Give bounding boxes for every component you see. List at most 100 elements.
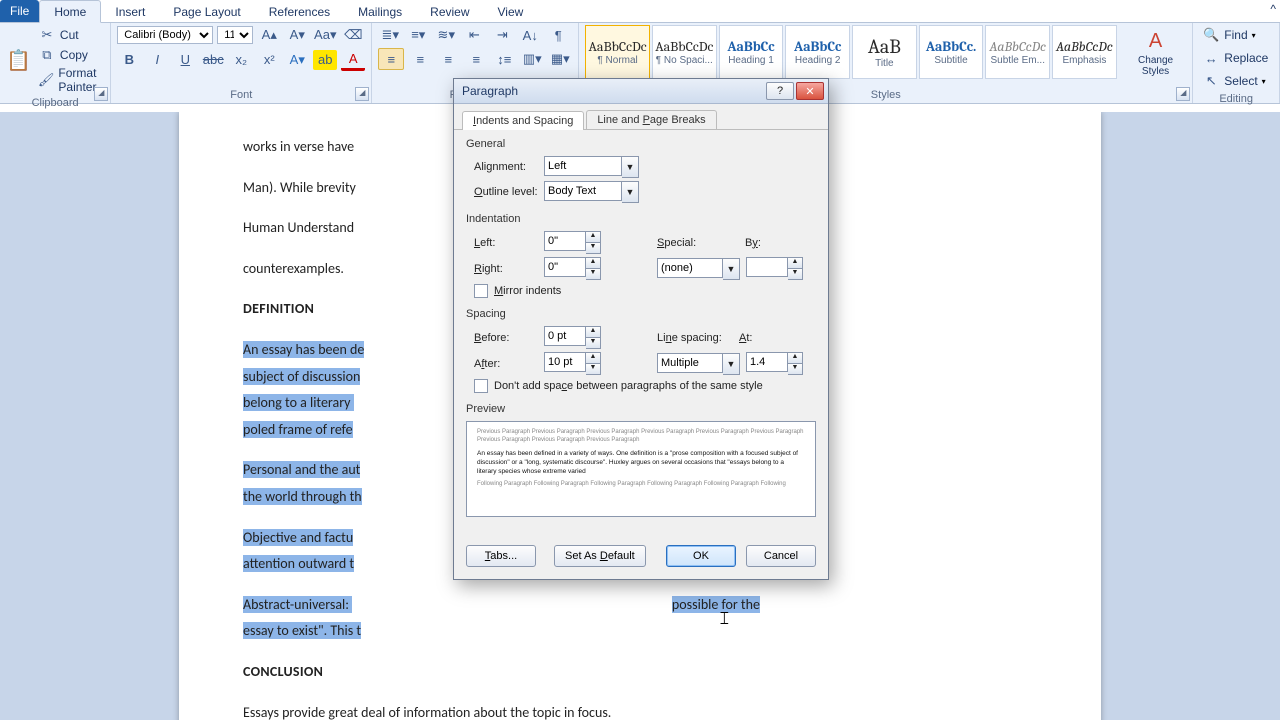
help-button[interactable]: ? bbox=[766, 82, 794, 100]
tab-review[interactable]: Review bbox=[416, 1, 483, 22]
style-subtle-em[interactable]: AaBbCcDcSubtle Em... bbox=[985, 25, 1050, 79]
tab-page-layout[interactable]: Page Layout bbox=[159, 1, 254, 22]
spin-up-icon[interactable]: ▲ bbox=[788, 257, 803, 268]
tab-line-page-breaks[interactable]: Line and Page Breaks bbox=[586, 110, 716, 129]
dialog-titlebar[interactable]: Paragraph ? ✕ bbox=[454, 79, 828, 104]
set-default-button[interactable]: Set As Default bbox=[554, 545, 646, 567]
spin-up-icon[interactable]: ▲ bbox=[788, 352, 803, 363]
subscript-button[interactable]: x₂ bbox=[229, 50, 253, 70]
copy-icon: ⧉ bbox=[38, 46, 56, 64]
tab-view[interactable]: View bbox=[484, 1, 538, 22]
font-launcher[interactable]: ◢ bbox=[355, 87, 369, 101]
tab-insert[interactable]: Insert bbox=[101, 1, 159, 22]
sort-icon[interactable]: A↓ bbox=[518, 25, 542, 45]
style-heading1[interactable]: AaBbCcHeading 1 bbox=[719, 25, 784, 79]
find-button[interactable]: 🔍Find▾ bbox=[1199, 25, 1273, 45]
chevron-down-icon[interactable]: ▼ bbox=[723, 353, 740, 375]
shading-icon[interactable]: ▥▾ bbox=[520, 49, 544, 69]
at-spinner[interactable]: ▲▼ bbox=[746, 352, 803, 375]
numbering-icon[interactable]: ≡▾ bbox=[406, 25, 430, 45]
styles-launcher[interactable]: ◢ bbox=[1176, 87, 1190, 101]
style-normal[interactable]: AaBbCcDc¶ Normal bbox=[585, 25, 650, 79]
change-styles-button[interactable]: A Change Styles bbox=[1125, 27, 1187, 77]
special-combo[interactable]: ▼ bbox=[657, 258, 740, 280]
ok-button[interactable]: OK bbox=[666, 545, 736, 567]
spin-down-icon[interactable]: ▼ bbox=[586, 337, 601, 349]
text-effects-icon[interactable]: A▾ bbox=[285, 50, 309, 70]
tab-references[interactable]: References bbox=[255, 1, 344, 22]
before-spinner[interactable]: ▲▼ bbox=[544, 326, 601, 349]
grow-font-icon[interactable]: A▴ bbox=[257, 25, 281, 45]
indent-right-spinner[interactable]: ▲▼ bbox=[544, 257, 601, 280]
bullets-icon[interactable]: ≣▾ bbox=[378, 25, 402, 45]
spin-down-icon[interactable]: ▼ bbox=[586, 268, 601, 280]
font-size-select[interactable]: 11 bbox=[217, 26, 253, 44]
replace-button[interactable]: ↔Replace bbox=[1199, 48, 1273, 68]
before-label: Before: bbox=[474, 332, 538, 344]
tab-home[interactable]: Home bbox=[39, 0, 101, 23]
tab-indents-spacing[interactable]: IIndents and Spacingndents and Spacing bbox=[462, 111, 584, 130]
heading-conclusion: CONCLUSION bbox=[243, 659, 1037, 686]
style-heading2[interactable]: AaBbCcHeading 2 bbox=[785, 25, 850, 79]
close-button[interactable]: ✕ bbox=[796, 82, 824, 100]
style-emphasis[interactable]: AaBbCcDcEmphasis bbox=[1052, 25, 1117, 79]
tabs-button[interactable]: Tabs... bbox=[466, 545, 536, 567]
style-title[interactable]: AaBTitle bbox=[852, 25, 917, 79]
highlight-icon[interactable]: ab bbox=[313, 50, 337, 70]
multilevel-icon[interactable]: ≋▾ bbox=[434, 25, 458, 45]
spin-down-icon[interactable]: ▼ bbox=[788, 363, 803, 375]
borders-icon[interactable]: ▦▾ bbox=[548, 49, 572, 69]
ribbon-minimize-icon[interactable]: ^ bbox=[1270, 2, 1276, 16]
style-subtitle[interactable]: AaBbCc.Subtitle bbox=[919, 25, 984, 79]
strike-button[interactable]: abc bbox=[201, 50, 225, 70]
paste-icon[interactable]: 📋 bbox=[6, 46, 31, 74]
alignment-combo[interactable]: ▼ bbox=[544, 156, 639, 178]
style-no-spacing[interactable]: AaBbCcDc¶ No Spaci... bbox=[652, 25, 717, 79]
shrink-font-icon[interactable]: A▾ bbox=[285, 25, 309, 45]
cancel-button[interactable]: Cancel bbox=[746, 545, 816, 567]
indent-left-spinner[interactable]: ▲▼ bbox=[544, 231, 601, 254]
clear-format-icon[interactable]: ⌫ bbox=[341, 25, 365, 45]
after-spinner[interactable]: ▲▼ bbox=[544, 352, 601, 375]
dont-add-space-checkbox[interactable]: Don't add space between paragraphs of th… bbox=[474, 379, 816, 393]
show-marks-icon[interactable]: ¶ bbox=[546, 25, 570, 45]
align-right-button[interactable]: ≡ bbox=[436, 49, 460, 69]
replace-icon: ↔ bbox=[1202, 49, 1220, 67]
dec-indent-icon[interactable]: ⇤ bbox=[462, 25, 486, 45]
font-color-icon[interactable]: A bbox=[341, 48, 365, 71]
spin-up-icon[interactable]: ▲ bbox=[586, 231, 601, 242]
chevron-down-icon[interactable]: ▼ bbox=[622, 181, 639, 203]
justify-button[interactable]: ≡ bbox=[464, 49, 488, 69]
spin-down-icon[interactable]: ▼ bbox=[788, 268, 803, 280]
spin-up-icon[interactable]: ▲ bbox=[586, 257, 601, 268]
bold-button[interactable]: B bbox=[117, 50, 141, 70]
tab-mailings[interactable]: Mailings bbox=[344, 1, 416, 22]
mirror-indents-checkbox[interactable]: Mirror indents bbox=[474, 284, 816, 298]
chevron-down-icon[interactable]: ▼ bbox=[622, 156, 639, 178]
copy-button[interactable]: ⧉Copy bbox=[35, 45, 104, 65]
inc-indent-icon[interactable]: ⇥ bbox=[490, 25, 514, 45]
superscript-button[interactable]: x² bbox=[257, 50, 281, 70]
alignment-label: Alignment: bbox=[474, 161, 538, 173]
spin-down-icon[interactable]: ▼ bbox=[586, 242, 601, 254]
spin-down-icon[interactable]: ▼ bbox=[586, 363, 601, 375]
select-button[interactable]: ↖Select▾ bbox=[1199, 71, 1273, 91]
cut-button[interactable]: ✂Cut bbox=[35, 25, 104, 45]
tab-file[interactable]: File bbox=[0, 0, 39, 22]
selected-text: subject of discussion bbox=[243, 368, 360, 385]
outline-combo[interactable]: ▼ bbox=[544, 181, 639, 203]
clipboard-launcher[interactable]: ◢ bbox=[94, 87, 108, 101]
line-spacing-icon[interactable]: ↕≡ bbox=[492, 49, 516, 69]
selected-text: attention outward t bbox=[243, 555, 354, 572]
chevron-down-icon[interactable]: ▼ bbox=[723, 258, 740, 280]
spin-up-icon[interactable]: ▲ bbox=[586, 326, 601, 337]
by-spinner[interactable]: ▲▼ bbox=[746, 257, 803, 280]
font-name-select[interactable]: Calibri (Body) bbox=[117, 26, 213, 44]
italic-button[interactable]: I bbox=[145, 50, 169, 70]
underline-button[interactable]: U bbox=[173, 50, 197, 70]
align-left-button[interactable]: ≡ bbox=[378, 48, 404, 70]
spin-up-icon[interactable]: ▲ bbox=[586, 352, 601, 363]
line-spacing-combo[interactable]: ▼ bbox=[657, 353, 740, 375]
align-center-button[interactable]: ≡ bbox=[408, 49, 432, 69]
change-case-icon[interactable]: Aa▾ bbox=[313, 25, 337, 45]
